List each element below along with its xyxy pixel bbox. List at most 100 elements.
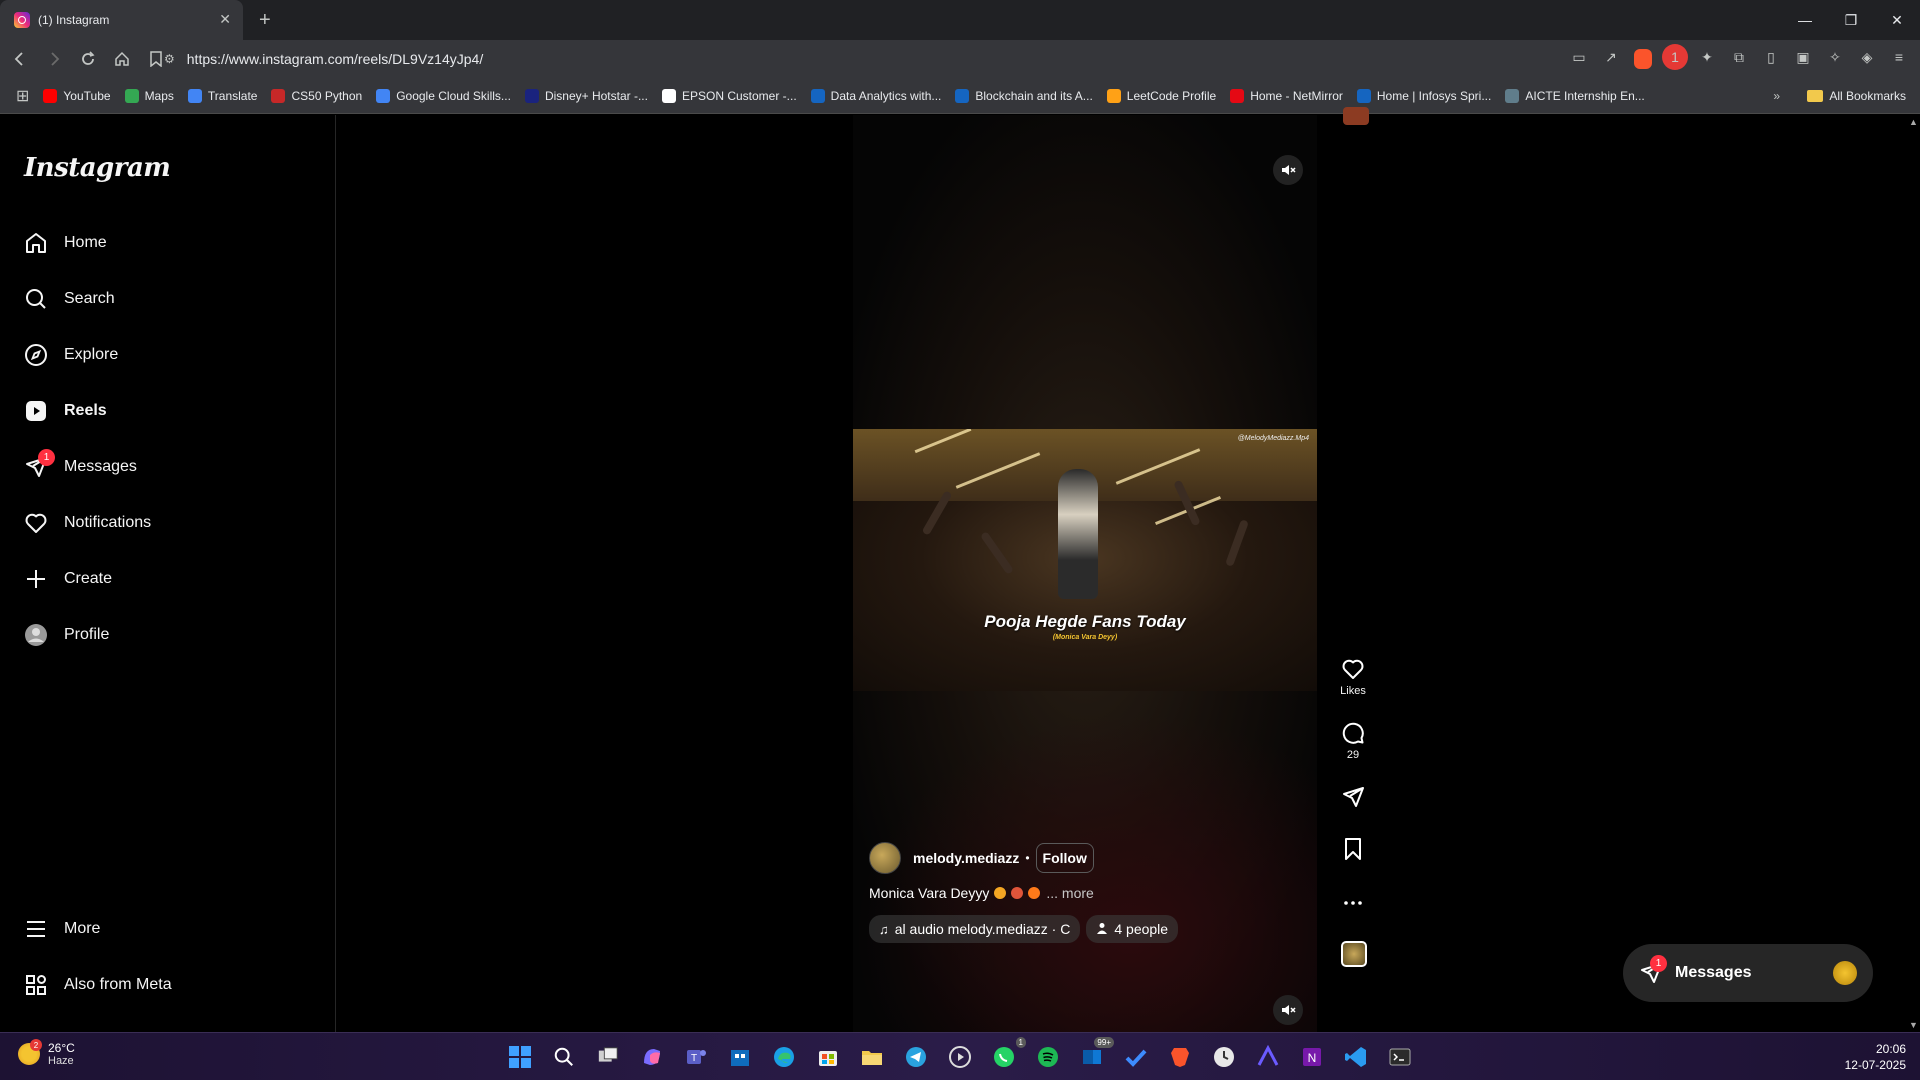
comment-button[interactable]: 29 xyxy=(1333,721,1373,761)
restore-button[interactable]: ❐ xyxy=(1828,0,1874,40)
search-icon[interactable] xyxy=(548,1041,580,1073)
new-tab-button[interactable]: + xyxy=(259,9,271,32)
bookmark-item[interactable]: Home | Infosys Spri... xyxy=(1356,88,1491,103)
terminal-icon[interactable] xyxy=(1384,1041,1416,1073)
tagged-people-chip[interactable]: 4 people xyxy=(1086,915,1179,943)
leo-ai-icon[interactable]: ✧ xyxy=(1822,44,1848,70)
like-button[interactable]: Likes xyxy=(1333,657,1373,697)
bookmark-item[interactable]: CS50 Python xyxy=(271,88,362,103)
instagram-sidebar: Instagram Home Search Explore Reels 1 Me… xyxy=(0,115,336,1032)
vpn-icon[interactable]: ◈ xyxy=(1854,44,1880,70)
all-bookmarks-button[interactable]: All Bookmarks xyxy=(1807,89,1906,103)
windows-start-icon[interactable] xyxy=(504,1041,536,1073)
home-button[interactable] xyxy=(108,45,136,73)
store-icon[interactable] xyxy=(724,1041,756,1073)
edge-icon[interactable] xyxy=(768,1041,800,1073)
apps-grid-icon[interactable]: ⊞ xyxy=(16,86,29,106)
sidebar-item-also-from-meta[interactable]: Also from Meta xyxy=(24,965,172,1005)
brave-shields-icon[interactable] xyxy=(1630,44,1656,70)
close-window-button[interactable]: ✕ xyxy=(1874,0,1920,40)
minimize-button[interactable]: — xyxy=(1782,0,1828,40)
brave-browser-icon[interactable] xyxy=(1164,1041,1196,1073)
close-tab-icon[interactable]: ✕ xyxy=(219,11,231,28)
instagram-logo[interactable]: Instagram xyxy=(24,153,171,183)
author-avatar[interactable] xyxy=(869,842,901,874)
sidebar-item-messages[interactable]: 1 Messages xyxy=(24,447,137,487)
sidebar-item-home[interactable]: Home xyxy=(24,223,107,263)
todo-icon[interactable] xyxy=(1120,1041,1152,1073)
sidebar-item-search[interactable]: Search xyxy=(24,279,115,319)
weather-widget[interactable]: 2 26°C Haze xyxy=(18,1039,75,1067)
audio-thumbnail[interactable] xyxy=(1341,941,1367,967)
telegram-icon[interactable] xyxy=(900,1041,932,1073)
bookmark-item[interactable]: AICTE Internship En... xyxy=(1505,88,1645,103)
sidebar-item-more[interactable]: More xyxy=(24,909,100,949)
scroll-up-arrow-icon[interactable]: ▲ xyxy=(1909,117,1918,127)
copilot-icon[interactable] xyxy=(636,1041,668,1073)
bookmark-label: Data Analytics with... xyxy=(830,88,942,103)
sidebar-toggle-icon[interactable]: ▯ xyxy=(1758,44,1784,70)
file-explorer-icon[interactable] xyxy=(856,1041,888,1073)
more-bookmarks-button[interactable]: » xyxy=(1773,89,1780,103)
site-info-icon[interactable]: ⚙ xyxy=(164,52,175,66)
reel-video-frame[interactable]: @MelodyMediazz.Mp4 Pooja Hegde Fans Toda… xyxy=(853,429,1317,691)
media-player-icon[interactable] xyxy=(944,1041,976,1073)
floating-messages-badge: 1 xyxy=(1650,955,1667,972)
menu-icon[interactable]: ≡ xyxy=(1886,44,1912,70)
cast-icon[interactable]: ▭ xyxy=(1566,44,1592,70)
save-button[interactable] xyxy=(1333,837,1373,861)
microsoft-store-icon[interactable] xyxy=(812,1041,844,1073)
floating-messages-button[interactable]: 1 Messages xyxy=(1623,944,1873,1002)
onenote-icon[interactable]: N xyxy=(1296,1041,1328,1073)
sidebar-item-reels[interactable]: Reels xyxy=(24,391,107,431)
clock-app-icon[interactable] xyxy=(1208,1041,1240,1073)
bookmark-item[interactable]: YouTube xyxy=(43,88,111,103)
bookmark-item[interactable]: Disney+ Hotstar -... xyxy=(524,88,648,103)
audio-chip[interactable]: ♫ al audio melody.mediazz · C xyxy=(869,915,1081,943)
share-button[interactable] xyxy=(1333,785,1373,809)
reel-info: melody.mediazz • Follow Monica Vara Deyy… xyxy=(869,841,1309,943)
bookmark-item[interactable]: Blockchain and its A... xyxy=(955,88,1093,103)
bookmark-item[interactable]: EPSON Customer -... xyxy=(661,88,797,103)
more-options-button[interactable] xyxy=(1333,891,1373,915)
wallet-icon[interactable]: ▣ xyxy=(1790,44,1816,70)
task-view-icon[interactable] xyxy=(592,1041,624,1073)
back-button[interactable] xyxy=(6,45,34,73)
address-bar[interactable]: ⚙ https://www.instagram.com/reels/DL9Vz1… xyxy=(164,44,1524,74)
mute-toggle-button[interactable] xyxy=(1273,155,1303,185)
bookmark-item[interactable]: Data Analytics with... xyxy=(810,88,942,103)
browser-tab-instagram[interactable]: (1) Instagram ✕ xyxy=(0,0,243,40)
whatsapp-icon[interactable]: 1 xyxy=(988,1037,1026,1073)
reload-button[interactable] xyxy=(74,45,102,73)
spotify-icon[interactable] xyxy=(1032,1041,1064,1073)
extensions-icon[interactable]: ✦ xyxy=(1694,44,1720,70)
meta-grid-icon xyxy=(24,973,48,997)
sidebar-item-explore[interactable]: Explore xyxy=(24,335,118,375)
bookmark-label: YouTube xyxy=(63,88,111,103)
outlook-icon[interactable]: 99+ xyxy=(1076,1037,1114,1073)
bookmark-item[interactable]: Translate xyxy=(187,88,257,103)
page-scrollbar[interactable]: ▲ ▼ xyxy=(1907,115,1920,1032)
forward-button[interactable] xyxy=(40,45,68,73)
screenshot-icon[interactable]: ⧉ xyxy=(1726,44,1752,70)
brave-rewards-icon[interactable]: 1 xyxy=(1662,44,1688,70)
sidebar-item-create[interactable]: Create xyxy=(24,559,112,599)
sidebar-item-profile[interactable]: Profile xyxy=(24,615,109,655)
previous-reel-audio-thumbnail[interactable] xyxy=(1343,107,1369,125)
next-reel-mute-button[interactable] xyxy=(1273,995,1303,1025)
follow-button[interactable]: Follow xyxy=(1035,843,1094,873)
caption-more-link[interactable]: ... more xyxy=(1046,885,1093,901)
author-username[interactable]: melody.mediazz xyxy=(913,850,1019,866)
clock-date: 12-07-2025 xyxy=(1844,1058,1906,1072)
sidebar-item-notifications[interactable]: Notifications xyxy=(24,503,151,543)
bookmark-item[interactable]: Google Cloud Skills... xyxy=(376,88,511,103)
vscode-icon[interactable] xyxy=(1340,1041,1372,1073)
share-icon[interactable]: ↗ xyxy=(1598,44,1624,70)
teams-icon[interactable]: T xyxy=(680,1041,712,1073)
bookmark-item[interactable]: LeetCode Profile xyxy=(1106,88,1216,103)
arc-icon[interactable] xyxy=(1252,1041,1284,1073)
bookmark-item[interactable]: Home - NetMirror xyxy=(1230,88,1343,103)
system-clock[interactable]: 20:06 12-07-2025 xyxy=(1845,1041,1906,1073)
bookmark-item[interactable]: Maps xyxy=(124,88,174,103)
scroll-down-arrow-icon[interactable]: ▼ xyxy=(1909,1020,1918,1030)
